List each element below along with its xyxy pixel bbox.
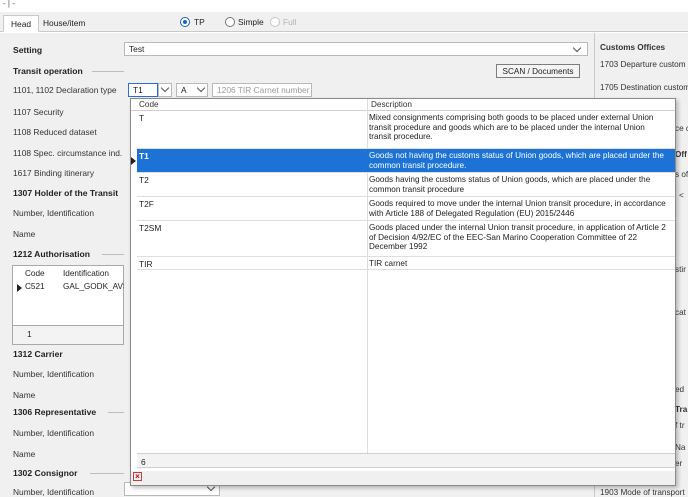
holder-section-heading: 1307 Holder of the Transit xyxy=(13,188,119,198)
binding-itinerary-label: 1617 Binding itinerary xyxy=(13,168,95,178)
row-description: Goods required to move under the interna… xyxy=(369,199,666,218)
clipped-label-fragment: er xyxy=(675,459,683,468)
dropdown-row[interactable]: T2SM Goods placed under the internal Uni… xyxy=(137,221,675,257)
clipped-label-fragment: Na xyxy=(675,443,686,452)
spec-circumstance-label: 1108 Spec. circumstance ind. xyxy=(13,148,123,158)
row-pointer-icon xyxy=(131,157,136,165)
column-description-header: Description xyxy=(371,100,412,109)
row-code: T1 xyxy=(139,151,149,161)
declaration-type-label: 1101, 1102 Declaration type xyxy=(13,85,117,95)
clipped-label-fragment: f tr xyxy=(675,421,685,430)
auth-row-code[interactable]: C521 xyxy=(25,282,45,291)
representative-heading: 1306 Representative xyxy=(13,407,97,417)
customs-offices-heading: Customs Offices xyxy=(600,43,666,52)
full-radio xyxy=(270,17,280,27)
representative-number-label: Number, Identification xyxy=(13,428,95,438)
auth-column-identification: Identification xyxy=(63,269,109,278)
tab-bar: Head House/item TP Simple Full xyxy=(0,12,688,32)
row-description: Goods having the customs status of Union… xyxy=(369,175,651,194)
auth-row-identification[interactable]: GAL_GODK_AVS xyxy=(63,282,128,291)
top-strip-text: - | - xyxy=(3,0,15,8)
clipped-label-fragment: s of xyxy=(675,170,688,179)
dropdown-row-selected[interactable]: T1 Goods not having the customs status o… xyxy=(137,149,675,173)
tab-house-item[interactable]: House/item xyxy=(36,15,92,32)
security-label: 1107 Security xyxy=(13,107,64,117)
divider xyxy=(90,473,124,474)
clipped-label-fragment: ce c xyxy=(675,124,688,133)
close-icon[interactable]: × xyxy=(133,472,142,481)
carrier-number-label: Number, Identification xyxy=(13,369,95,379)
row-code: T2SM xyxy=(139,223,162,233)
dropdown-row[interactable]: TIR TIR carnet xyxy=(137,257,675,270)
auth-row-count: 1 xyxy=(27,329,32,339)
mode-of-transport-label: 1903 Mode of transport xyxy=(600,488,685,497)
dropdown-header: Code Description xyxy=(131,99,675,111)
row-code: T2F xyxy=(139,199,154,209)
row-description: Goods not having the customs status of U… xyxy=(369,151,664,170)
divider xyxy=(108,412,124,413)
consignor-heading: 1302 Consignor xyxy=(13,468,78,478)
row-code: T xyxy=(139,113,145,123)
top-strip: - | - xyxy=(0,0,688,12)
declaration-type-value: T1 xyxy=(133,85,143,95)
dropdown-row[interactable]: T Mixed consignments comprising both goo… xyxy=(137,111,675,149)
auth-column-code: Code xyxy=(25,269,45,278)
simple-radio-label: Simple xyxy=(238,17,264,27)
clipped-heading-fragment: Tra xyxy=(675,405,688,414)
scan-documents-button[interactable]: SCAN / Documents xyxy=(496,64,580,78)
holder-name-label: Name xyxy=(13,229,36,239)
setting-label: Setting xyxy=(13,45,43,55)
full-radio-label: Full xyxy=(283,17,297,27)
divider xyxy=(102,254,124,255)
dropdown-footer-bar: × xyxy=(131,471,675,485)
setting-select[interactable]: Test xyxy=(124,42,588,56)
row-description: Mixed consignments comprising both goods… xyxy=(369,113,654,142)
representative-name-label: Name xyxy=(13,449,36,459)
departure-office-label: 1703 Departure custom xyxy=(600,60,686,69)
tp-radio[interactable] xyxy=(180,17,190,27)
dropdown-row[interactable]: T2F Goods required to move under the int… xyxy=(137,197,675,221)
clipped-label-fragment: cat xyxy=(675,308,686,317)
row-count: 6 xyxy=(141,457,146,467)
tp-radio-label: TP xyxy=(194,17,205,27)
row-code: TIR xyxy=(139,259,153,269)
carrier-heading: 1312 Carrier xyxy=(13,349,63,359)
transit-operation-heading: Transit operation xyxy=(13,66,83,76)
dropdown-footer: 6 xyxy=(137,453,675,468)
destination-office-label: 1705 Destination custom xyxy=(600,83,688,92)
consignor-number-label: Number, Identification xyxy=(13,487,95,497)
second-select-value: A xyxy=(181,85,187,95)
authorisation-heading: 1212 Authorisation xyxy=(13,249,91,259)
declaration-type-select[interactable]: T1 xyxy=(128,83,158,97)
clipped-label-fragment: < xyxy=(679,191,684,200)
dropdown-row[interactable]: T2 Goods having the customs status of Un… xyxy=(137,173,675,197)
clipped-heading-fragment: Off xyxy=(675,150,687,159)
row-pointer-icon xyxy=(17,284,22,292)
declaration-type-dropdown-list[interactable]: Code Description T Mixed consignments co… xyxy=(130,98,676,486)
tir-carnet-placeholder: 1206 TIR Carnet number xyxy=(217,85,310,95)
clipped-label-fragment: stir xyxy=(675,265,686,274)
holder-number-label: Number, Identification xyxy=(13,208,95,218)
row-description: Goods placed under the internal Union tr… xyxy=(369,223,666,252)
left-form-column: Setting Transit operation 1101, 1102 Dec… xyxy=(0,33,128,497)
row-description: TIR carnet xyxy=(369,259,408,268)
auth-grid-footer: 1 xyxy=(12,325,124,345)
row-code: T2 xyxy=(139,175,149,185)
simple-radio[interactable] xyxy=(225,17,235,27)
reduced-dataset-label: 1108 Reduced dataset xyxy=(13,127,97,137)
tir-carnet-input[interactable]: 1206 TIR Carnet number xyxy=(212,83,312,97)
tab-head[interactable]: Head xyxy=(3,15,40,32)
carrier-name-label: Name xyxy=(13,390,36,400)
clipped-label-fragment: ed xyxy=(675,385,685,394)
column-code-header: Code xyxy=(139,100,159,109)
setting-select-value: Test xyxy=(129,44,145,54)
divider xyxy=(92,71,124,72)
